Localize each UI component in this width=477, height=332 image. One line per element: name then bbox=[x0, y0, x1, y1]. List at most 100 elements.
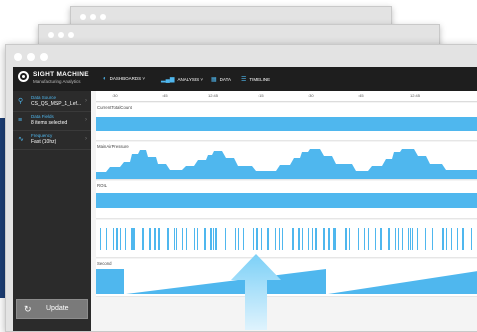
chart-current-total-count bbox=[96, 117, 477, 131]
signal-spike bbox=[462, 228, 464, 250]
window-dot bbox=[80, 14, 86, 20]
nav-label: TIMELINE bbox=[249, 77, 271, 82]
signal-spike bbox=[323, 228, 325, 250]
signal-spike bbox=[412, 228, 413, 250]
signal-spike bbox=[194, 228, 195, 250]
sidebar: SIGHT MACHINE Manufacturing Analytics ⚲ … bbox=[13, 67, 91, 331]
sidebar-item-data-source[interactable]: ⚲ Data Source CS_QS_MSP_1_Lef... › bbox=[13, 93, 91, 112]
signal-spike bbox=[213, 228, 214, 250]
signal-spike bbox=[368, 228, 369, 250]
window-dot bbox=[90, 14, 96, 20]
chart-row[interactable]: DB_RobotAckCycleTimeFault bbox=[96, 220, 477, 258]
signal-spike bbox=[308, 228, 309, 250]
dashboard-icon: ◐ bbox=[103, 76, 107, 82]
signal-spike bbox=[328, 228, 330, 250]
signal-spike bbox=[364, 228, 365, 250]
data-fields-icon: ≡ bbox=[18, 117, 23, 124]
signal-spike bbox=[210, 228, 212, 250]
signal-spike bbox=[261, 228, 262, 250]
signal-spike bbox=[417, 228, 418, 250]
signal-spike bbox=[176, 228, 177, 250]
signal-spike bbox=[267, 228, 269, 250]
time-tick: :30 bbox=[112, 93, 118, 98]
sidebar-item-label: Frequency bbox=[31, 133, 53, 138]
signal-spike bbox=[395, 228, 396, 250]
signal-spike bbox=[106, 228, 107, 250]
chart-main-air-pressure bbox=[96, 149, 477, 179]
signal-spike bbox=[358, 228, 359, 250]
signal-spike bbox=[349, 228, 350, 250]
chart-row[interactable]: MainAirPressure bbox=[96, 142, 477, 180]
nav-dashboards[interactable]: ◐ DASHBOARDS ˅ bbox=[103, 76, 145, 82]
signal-spike bbox=[204, 228, 206, 250]
time-tick: :45 bbox=[162, 93, 168, 98]
window-minimize-dot[interactable] bbox=[27, 53, 35, 61]
time-tick: :45 bbox=[358, 93, 364, 98]
signal-spike bbox=[312, 228, 313, 250]
nav-data[interactable]: ▦ DATA bbox=[211, 76, 231, 83]
update-button-label: Update bbox=[46, 305, 69, 312]
sidebar-item-value: Fast (10hz) bbox=[31, 139, 57, 145]
sidebar-item-label: Data Source bbox=[31, 95, 57, 100]
signal-spike bbox=[335, 228, 336, 250]
window-dot bbox=[68, 32, 74, 38]
signal-spike bbox=[100, 228, 101, 250]
signal-spike bbox=[256, 228, 258, 250]
nav-label: ANALYSIS bbox=[177, 77, 200, 82]
time-tick: :15 bbox=[258, 93, 264, 98]
brand-logo[interactable]: SIGHT MACHINE Manufacturing Analytics bbox=[13, 67, 91, 91]
nav-label: DASHBOARDS bbox=[109, 76, 142, 81]
brand-tagline: Manufacturing Analytics bbox=[33, 79, 81, 84]
brand-name: SIGHT MACHINE bbox=[33, 71, 89, 78]
signal-spike bbox=[298, 228, 300, 250]
window-maximize-dot[interactable] bbox=[40, 53, 48, 61]
signal-spike bbox=[125, 228, 126, 250]
signal-spike bbox=[302, 228, 303, 250]
signal-spike bbox=[113, 228, 114, 250]
time-tick: 12:45 bbox=[410, 93, 421, 98]
time-tick: 12:45 bbox=[208, 93, 219, 98]
sight-machine-logo-icon bbox=[18, 71, 29, 82]
signal-spike bbox=[451, 228, 452, 250]
nav-analysis[interactable]: ▂▄▆ ANALYSIS ˅ bbox=[161, 76, 203, 83]
signal-spike bbox=[174, 228, 175, 250]
signal-spike bbox=[446, 228, 447, 250]
nav-timeline[interactable]: ☰ TIMELINE bbox=[241, 76, 270, 83]
signal-spike bbox=[238, 228, 239, 250]
chart-row[interactable]: ROIL bbox=[96, 181, 477, 219]
signal-spike bbox=[432, 228, 433, 250]
signal-spike bbox=[253, 228, 254, 250]
chart-roil bbox=[96, 193, 477, 208]
signal-spike bbox=[243, 228, 244, 250]
sidebar-item-frequency[interactable]: ∿ Frequency Fast (10hz) › bbox=[13, 131, 91, 150]
update-button[interactable]: ↻ Update bbox=[16, 299, 88, 319]
window-close-dot[interactable] bbox=[14, 53, 22, 61]
chart-row[interactable]: CurrentTotalCount bbox=[96, 103, 477, 141]
signal-spike bbox=[315, 228, 317, 250]
signal-spike bbox=[345, 228, 347, 250]
top-navigation: ◐ DASHBOARDS ˅ ▂▄▆ ANALYSIS ˅ ▦ DATA ☰ TIMEL… bbox=[91, 67, 477, 91]
data-icon: ▦ bbox=[211, 77, 217, 83]
signal-spike bbox=[398, 228, 399, 250]
window-dot bbox=[100, 14, 106, 20]
signal-spike bbox=[235, 228, 236, 250]
chevron-right-icon: › bbox=[85, 98, 87, 104]
timeline-icon: ☰ bbox=[241, 77, 247, 83]
signal-spike bbox=[375, 228, 376, 250]
sidebar-item-data-fields[interactable]: ≡ Data Fields 8 items selected › bbox=[13, 112, 91, 131]
timeline-content: :30 :45 12:45 :15 :30 :45 12:45 CurrentT… bbox=[91, 91, 477, 331]
signal-spike bbox=[333, 228, 335, 250]
signal-spike bbox=[388, 228, 390, 250]
signal-spike bbox=[149, 228, 151, 250]
signal-spike bbox=[279, 228, 280, 250]
sidebar-item-value: CS_QS_MSP_1_Lef... bbox=[31, 101, 82, 107]
sidebar-item-label: Data Fields bbox=[31, 114, 54, 119]
signal-spike bbox=[442, 228, 444, 250]
signal-spike bbox=[133, 228, 135, 250]
data-source-icon: ⚲ bbox=[18, 98, 24, 105]
signal-spike bbox=[408, 228, 409, 250]
signal-spike bbox=[275, 228, 276, 250]
signal-spike bbox=[167, 228, 169, 250]
signal-spike bbox=[292, 228, 294, 250]
chart-row[interactable]: Second bbox=[96, 259, 477, 297]
